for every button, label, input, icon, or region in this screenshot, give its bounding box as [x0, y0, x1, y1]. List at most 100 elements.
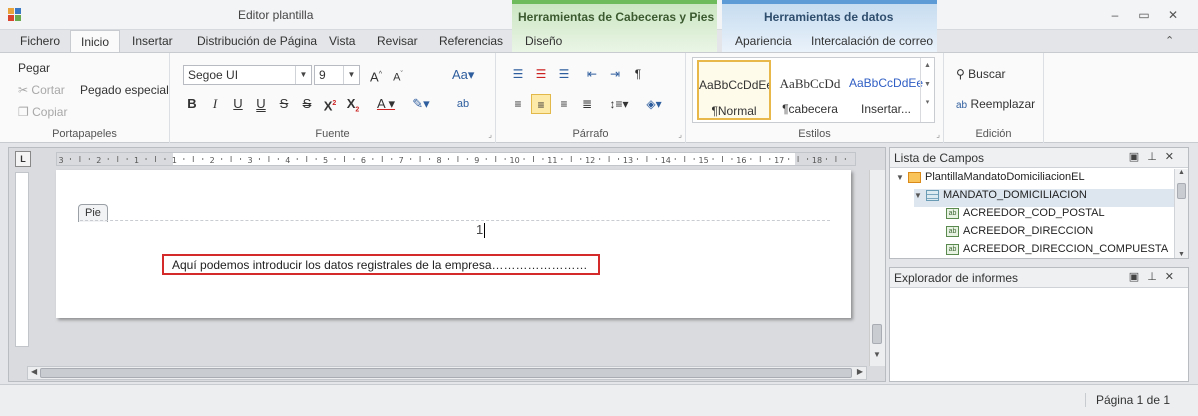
cut-button[interactable]: ✂ Cortar — [18, 83, 65, 97]
chevron-down-icon: ▼ — [295, 66, 311, 84]
horizontal-ruler[interactable]: 3 2 1 1 2 3 4 5 6 7 8 9 10 11 12 13 14 15 16 17 18 — [56, 152, 856, 166]
grow-font-icon[interactable]: A^ — [366, 65, 386, 85]
shading-icon[interactable]: ◈▾ — [639, 94, 669, 114]
tab-insertar[interactable]: Insertar — [132, 34, 173, 48]
scroll-thumb[interactable] — [1177, 183, 1186, 199]
tab-distribucion[interactable]: Distribución de Página — [197, 34, 317, 48]
font-color-icon[interactable]: A ▾ — [371, 94, 401, 114]
double-strikethrough-icon[interactable]: S — [297, 94, 317, 114]
numbering-icon[interactable]: ☰ — [531, 64, 551, 84]
tree-item-datasource[interactable]: ▼ PlantillaMandatoDomiciliacionEL — [896, 171, 1085, 189]
double-underline-icon[interactable]: U — [251, 94, 271, 114]
tab-fichero[interactable]: Fichero — [20, 34, 60, 48]
ruler-number: 5 — [323, 156, 328, 165]
ruler-number: 3 — [58, 156, 63, 165]
chevron-down-icon[interactable]: ▼ — [1175, 251, 1188, 258]
strikethrough-icon[interactable]: S — [274, 94, 294, 114]
multilevel-list-icon[interactable]: ☰ — [554, 64, 574, 84]
status-bar: Página 1 de 1 — [0, 384, 1198, 416]
pilcrow-icon[interactable]: ¶ — [628, 64, 648, 84]
minimize-button[interactable]: – — [1104, 6, 1126, 24]
chevron-down-icon[interactable]: ▼ — [896, 173, 908, 182]
tab-inicio[interactable]: Inicio — [70, 30, 121, 53]
align-left-icon[interactable]: ≡ — [508, 94, 528, 114]
restore-button[interactable]: ▭ — [1133, 6, 1155, 24]
styles-scrollbar[interactable]: ▲ ▼ ▾ — [920, 58, 934, 122]
group-label-paragraph: Párrafo — [572, 128, 609, 140]
tree-item-field[interactable]: ab ACREEDOR_COD_POSTAL — [946, 207, 1105, 225]
tab-referencias[interactable]: Referencias — [439, 34, 503, 48]
ruler-number: 7 — [399, 156, 404, 165]
find-button[interactable]: ⚲ Buscar — [956, 67, 1006, 81]
shrink-font-icon[interactable]: Aˇ — [388, 65, 408, 85]
increase-indent-icon[interactable]: ⇥ — [605, 64, 625, 84]
report-explorer-header: Explorador de informes ▣⊥✕ — [890, 268, 1188, 288]
field-icon: ab — [946, 243, 959, 255]
field-list-scrollbar[interactable]: ▲ ▼ — [1174, 169, 1188, 258]
decrease-indent-icon[interactable]: ⇤ — [582, 64, 602, 84]
subscript-icon[interactable]: X2 — [343, 94, 363, 114]
paste-special-button[interactable]: Pegado especial — [80, 83, 169, 97]
chevron-up-icon[interactable]: ▲ — [1175, 169, 1188, 176]
line-spacing-icon[interactable]: ↕≡▾ — [604, 94, 634, 114]
paste-button[interactable]: Pegar — [18, 61, 50, 75]
window-title: Editor plantilla — [238, 8, 314, 22]
document-vertical-scrollbar[interactable]: ▼ — [869, 170, 885, 366]
ruler-number: 12 — [585, 156, 595, 165]
vertical-ruler[interactable] — [15, 172, 29, 347]
change-case-icon[interactable]: Aa▾ — [452, 65, 474, 85]
italic-icon[interactable]: I — [205, 94, 225, 114]
copy-icon: ❐ — [18, 105, 29, 119]
close-button[interactable]: ✕ — [1162, 6, 1184, 24]
tree-item-table[interactable]: ▼ MANDATO_DOMICILIACION — [914, 189, 1174, 207]
tree-item-field[interactable]: ab ACREEDOR_DIRECCION_COMPUESTA — [946, 243, 1168, 261]
panel-controls[interactable]: ▣⊥✕ — [1129, 270, 1182, 283]
style-insertar[interactable]: AaBbCcDdEe Insertar... — [849, 60, 923, 120]
chevron-down-icon[interactable]: ▼ — [914, 191, 926, 200]
bullets-icon[interactable]: ☰ — [508, 64, 528, 84]
tab-intercalacion[interactable]: Intercalación de correo — [811, 34, 933, 48]
align-center-icon[interactable]: ≡ — [531, 94, 551, 114]
chevron-left-icon[interactable]: ◀ — [31, 367, 37, 376]
page-number-field[interactable]: 1 — [476, 222, 486, 239]
ruler-number: 16 — [736, 156, 746, 165]
highlight-icon[interactable]: ✎▾ — [406, 94, 436, 114]
style-normal[interactable]: AaBbCcDdEe ¶Normal — [697, 60, 771, 120]
underline-icon[interactable]: U — [228, 94, 248, 114]
font-family-select[interactable]: Segoe UI ▼ — [183, 65, 312, 85]
chevron-down-icon[interactable]: ▼ — [873, 350, 881, 359]
footer-text-box[interactable]: Aquí podemos introducir los datos regist… — [162, 254, 600, 275]
bold-icon[interactable]: B — [182, 94, 202, 114]
ruler-number: 2 — [210, 156, 215, 165]
copy-button[interactable]: ❐ Copiar — [18, 105, 67, 119]
chevron-right-icon[interactable]: ▶ — [857, 367, 863, 376]
font-size-select[interactable]: 9 ▼ — [314, 65, 360, 85]
scroll-thumb[interactable] — [40, 368, 852, 378]
clear-format-icon[interactable]: ab — [453, 94, 473, 114]
dialog-launcher-icon[interactable]: ⌟ — [936, 130, 940, 139]
replace-button[interactable]: ab Reemplazar — [956, 97, 1035, 111]
scroll-thumb[interactable] — [872, 324, 882, 344]
dialog-launcher-icon[interactable]: ⌟ — [678, 130, 682, 139]
dialog-launcher-icon[interactable]: ⌟ — [488, 130, 492, 139]
tab-stop-selector[interactable]: L — [15, 151, 31, 167]
ribbon-tabs: Fichero Inicio Insertar Distribución de … — [0, 30, 1198, 53]
panel-controls[interactable]: ▣⊥✕ — [1129, 150, 1182, 163]
tab-vista[interactable]: Vista — [329, 34, 355, 48]
ruler-number: 8 — [436, 156, 441, 165]
ruler-number: 10 — [510, 156, 520, 165]
tab-diseno[interactable]: Diseño — [525, 34, 562, 48]
field-icon: ab — [946, 225, 959, 237]
document-horizontal-scrollbar[interactable]: ◀ ▶ — [27, 366, 867, 380]
collapse-ribbon-icon[interactable]: ⌃ — [1165, 34, 1174, 47]
justify-icon[interactable]: ≣ — [577, 94, 597, 114]
tab-revisar[interactable]: Revisar — [377, 34, 418, 48]
superscript-icon[interactable]: X2 — [320, 94, 340, 114]
field-list-panel: Lista de Campos ▣⊥✕ ▼ PlantillaMandatoDom… — [889, 147, 1189, 259]
style-cabecera[interactable]: AaBbCcDd ¶cabecera — [773, 60, 847, 120]
document-page[interactable]: Pie 1 Aquí podemos introducir los datos … — [56, 170, 851, 318]
field-icon: ab — [946, 207, 959, 219]
tree-item-field[interactable]: ab ACREEDOR_DIRECCION — [946, 225, 1093, 243]
align-right-icon[interactable]: ≡ — [554, 94, 574, 114]
tab-apariencia[interactable]: Apariencia — [735, 34, 792, 48]
